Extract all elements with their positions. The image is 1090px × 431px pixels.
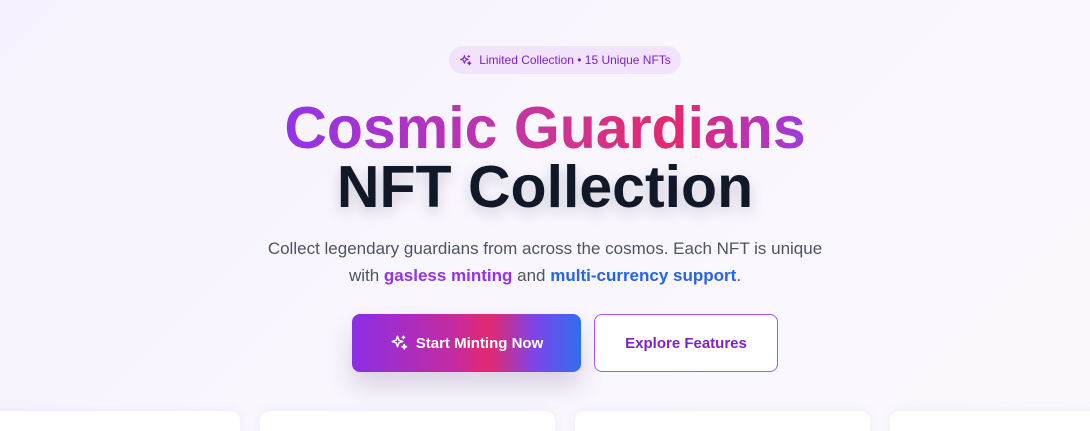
- gasless-minting-highlight: gasless minting: [383, 266, 513, 285]
- feature-card: [260, 411, 555, 431]
- badge-text: Limited Collection • 15 Unique NFTs: [479, 53, 671, 67]
- subtitle-line-1: Collect legendary guardians from across …: [267, 239, 823, 258]
- feature-card: [575, 411, 870, 431]
- collection-badge: Limited Collection • 15 Unique NFTs: [449, 46, 681, 74]
- sparkles-icon: [459, 54, 472, 67]
- subtitle-suffix: .: [736, 266, 742, 285]
- start-minting-button[interactable]: Start Minting Now: [352, 314, 581, 372]
- sparkles-icon: [390, 334, 408, 352]
- multi-currency-highlight: multi-currency support: [550, 266, 737, 285]
- hero-subtitle: Collect legendary guardians from across …: [0, 235, 1090, 289]
- feature-card: [890, 411, 1090, 431]
- hero-section: Limited Collection • 15 Unique NFTs Cosm…: [0, 0, 1090, 431]
- start-minting-label: Start Minting Now: [415, 334, 544, 352]
- subtitle-prefix: with: [348, 266, 384, 285]
- subtitle-line-2: with gasless minting and multi-currency …: [0, 262, 1090, 289]
- feature-card: [0, 411, 240, 431]
- subtitle-connector: and: [512, 266, 551, 285]
- hero-title-plain: NFT Collection: [336, 154, 754, 220]
- explore-features-button[interactable]: Explore Features: [594, 314, 778, 372]
